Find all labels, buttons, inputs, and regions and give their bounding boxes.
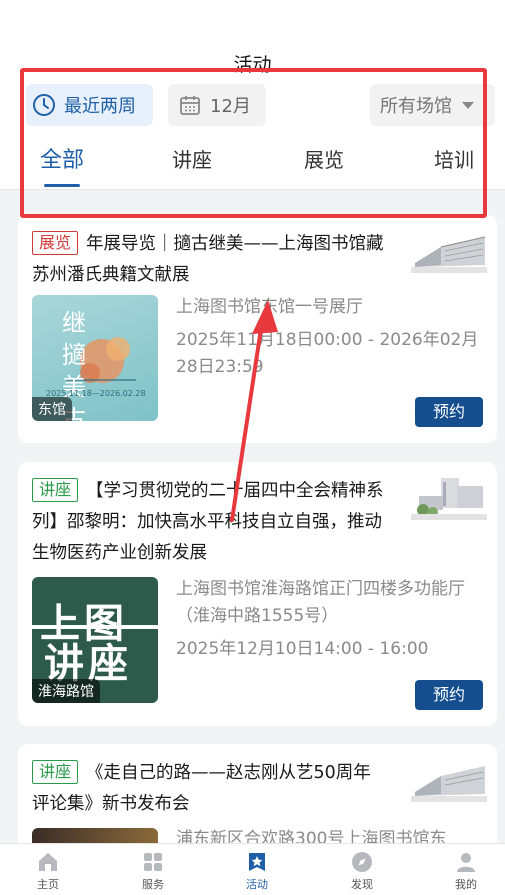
tabbar-profile[interactable]: 我的 bbox=[436, 850, 496, 892]
event-title: 《走自己的路——赵志刚从艺50周年评论集》新书发布会 bbox=[32, 763, 371, 814]
event-poster: 上图 讲座 淮海路馆 bbox=[32, 577, 158, 703]
tabbar-label: 服务 bbox=[142, 878, 164, 891]
star-badge-icon bbox=[249, 853, 265, 871]
event-title: 【学习贯彻党的二十届四中全会精神系列】邵黎明：加快高水平科技自立自强，推动生物医… bbox=[32, 481, 384, 563]
tabbar-home[interactable]: 主页 bbox=[18, 850, 78, 892]
library-building-thumbnail bbox=[411, 478, 487, 520]
event-poster: 继 擿 美 古 2025.11.18—2026.02.28 东馆 bbox=[32, 295, 158, 421]
event-title-row: 讲座 《走自己的路——赵志刚从艺50周年评论集》新书发布会 bbox=[32, 758, 386, 820]
event-title-row: 展览 年展导览｜擿古继美——上海图书馆藏苏州潘氏典籍文献展 bbox=[32, 229, 386, 291]
library-building-thumbnail bbox=[411, 766, 487, 802]
poster-calligraphy: 继 擿 美 古 bbox=[62, 309, 102, 421]
event-title-row: 讲座 【学习贯彻党的二十届四中全会精神系列】邵黎明：加快高水平科技自立自强，推动生… bbox=[32, 476, 386, 569]
event-time: 2025年12月10日14:00 - 16:00 bbox=[176, 639, 429, 659]
tabbar-activities[interactable]: 活动 bbox=[227, 850, 287, 892]
tabbar-services[interactable]: 服务 bbox=[123, 850, 183, 892]
annotation-highlight-box bbox=[20, 68, 487, 218]
branch-label: 东馆 bbox=[32, 397, 72, 421]
user-icon bbox=[457, 853, 475, 872]
tabbar-label: 活动 bbox=[246, 878, 268, 891]
grid-icon bbox=[144, 853, 162, 871]
tabbar-label: 我的 bbox=[455, 878, 477, 891]
tabbar-label: 主页 bbox=[37, 878, 59, 891]
library-building-thumbnail bbox=[411, 236, 487, 273]
tabbar-label: 发现 bbox=[351, 878, 373, 891]
book-button[interactable]: 预约 bbox=[415, 680, 483, 710]
compass-icon bbox=[352, 852, 372, 872]
poster-stripe bbox=[32, 625, 158, 629]
event-card[interactable]: 讲座 【学习贯彻党的二十届四中全会精神系列】邵黎明：加快高水平科技自立自强，推动生… bbox=[18, 462, 497, 726]
tabbar-discover[interactable]: 发现 bbox=[332, 850, 392, 892]
home-icon bbox=[39, 853, 57, 871]
event-tag: 讲座 bbox=[32, 760, 79, 784]
event-tag: 讲座 bbox=[32, 478, 79, 502]
event-time: 2025年11月18日00:00 - 2026年02月28日23:59 bbox=[176, 330, 479, 377]
event-card[interactable]: 展览 年展导览｜擿古继美——上海图书馆藏苏州潘氏典籍文献展 继 擿 美 古 202… bbox=[18, 215, 497, 443]
event-title: 年展导览｜擿古继美——上海图书馆藏苏州潘氏典籍文献展 bbox=[32, 234, 384, 285]
event-tag: 展览 bbox=[32, 231, 79, 255]
event-venue: 上海图书馆淮海路馆正门四楼多功能厅（淮海中路1555号） bbox=[176, 579, 465, 626]
branch-label: 淮海路馆 bbox=[32, 679, 100, 703]
event-venue: 上海图书馆东馆一号展厅 bbox=[176, 297, 363, 317]
book-button[interactable]: 预约 bbox=[415, 397, 483, 427]
bottom-tab-bar: 主页 服务 活动 发现 我的 bbox=[0, 843, 505, 895]
